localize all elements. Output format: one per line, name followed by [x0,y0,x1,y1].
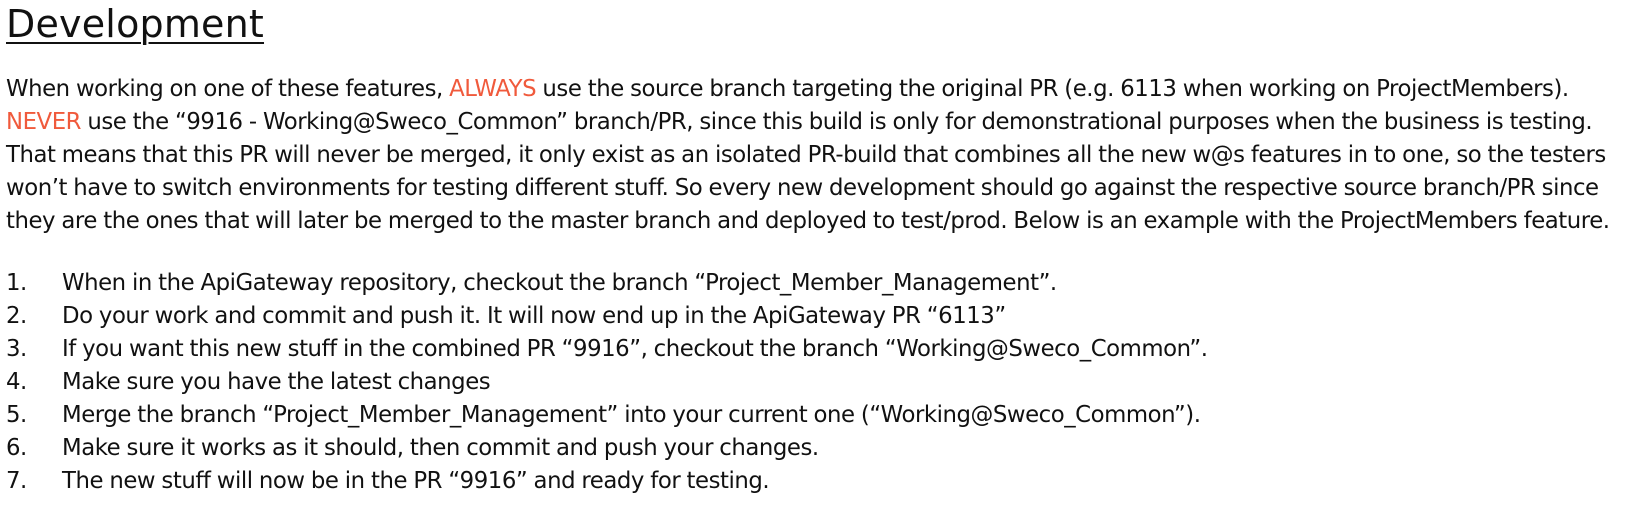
step-text: The new stuff will now be in the PR “991… [62,468,770,494]
steps-list: 1. When in the ApiGateway repository, che… [6,267,1646,498]
step-number: 1. [6,270,27,296]
list-item: 1. When in the ApiGateway repository, che… [6,267,1646,300]
step-number: 5. [6,402,27,428]
step-text: When in the ApiGateway repository, check… [62,270,1057,296]
intro-paragraph: When working on one of these features, A… [6,73,1646,238]
intro-line-2-end: use the “9916 - Working@Sweco_Common” br… [81,109,1593,135]
step-number: 3. [6,336,27,362]
list-item: 2. Do your work and commit and push it. I… [6,300,1646,333]
intro-line-2: NEVER use the “9916 - Working@Sweco_Comm… [6,106,1646,139]
intro-line-1-end: use the source branch targeting the orig… [536,76,1569,102]
intro-line-5: they are the ones that will later be mer… [6,208,1610,234]
step-number: 7. [6,468,27,494]
document-page: Development When working on one of these… [0,0,1652,507]
step-number: 2. [6,303,27,329]
intro-line-4: won’t have to switch environments for te… [6,175,1599,201]
intro-line-3: That means that this PR will never be me… [6,142,1606,168]
step-text: Make sure it works as it should, then co… [62,435,819,461]
list-item: 5. Merge the branch “Project_Member_Manag… [6,399,1646,432]
step-text: If you want this new stuff in the combin… [62,336,1208,362]
list-item: 3. If you want this new stuff in the comb… [6,333,1646,366]
list-item: 7. The new stuff will now be in the PR “9… [6,465,1646,498]
step-text: Merge the branch “Project_Member_Managem… [62,402,1201,428]
always-emphasis: ALWAYS [449,76,537,102]
step-text: Do your work and commit and push it. It … [62,303,1006,329]
intro-line-1: When working on one of these features, A… [6,73,1646,106]
list-item: 4. Make sure you have the latest changes [6,366,1646,399]
list-item: 6. Make sure it works as it should, then … [6,432,1646,465]
step-number: 4. [6,369,27,395]
step-text: Make sure you have the latest changes [62,369,491,395]
step-number: 6. [6,435,27,461]
page-title: Development [6,2,265,46]
never-emphasis: NEVER [6,109,82,135]
intro-line-1-start: When working on one of these features, [6,76,450,102]
